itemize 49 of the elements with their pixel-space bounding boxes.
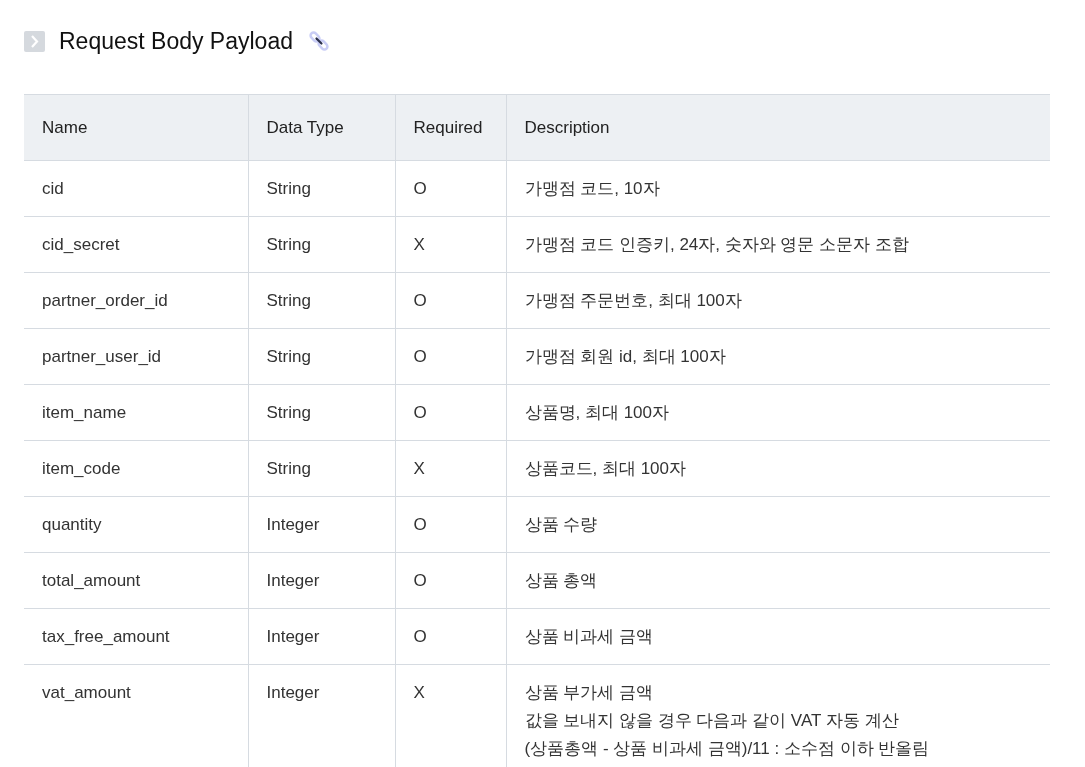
table-cell: Integer (248, 608, 395, 665)
table-cell: tax_free_amount (24, 608, 248, 665)
table-cell: vat_amount (24, 664, 248, 767)
table-cell: X (395, 440, 506, 497)
table-cell: O (395, 384, 506, 441)
description-line: 가맹점 주문번호, 최대 100자 (524, 290, 743, 312)
description-line: 상품 수량 (524, 514, 599, 536)
table-cell: Integer (248, 496, 395, 553)
table-cell: String (248, 440, 395, 497)
table-cell: String (248, 272, 395, 329)
table-cell: O (395, 272, 506, 329)
table-cell: O (395, 328, 506, 385)
chevron-right-icon (24, 30, 45, 52)
description-line: 상품 총액 (524, 570, 599, 592)
link-icon[interactable] (307, 29, 331, 53)
table-cell: total_amount (24, 552, 248, 609)
description-line: 상품명, 최대 100자 (524, 402, 671, 424)
table-cell: cid_secret (24, 216, 248, 273)
table-cell: quantity (24, 496, 248, 553)
table-cell: item_code (24, 440, 248, 497)
table-cell: partner_order_id (24, 272, 248, 329)
table-cell: partner_user_id (24, 328, 248, 385)
table-cell: X (395, 216, 506, 273)
table-cell: Integer (248, 552, 395, 609)
description-line: (상품총액 - 상품 비과세 금액)/11 : 소수점 이하 반올림 (524, 738, 931, 760)
description-line: 가맹점 코드, 10자 (524, 178, 661, 200)
table-cell: item_name (24, 384, 248, 441)
description-line: 값을 보내지 않을 경우 다음과 같이 VAT 자동 계산 (524, 710, 900, 732)
table-cell: cid (24, 160, 248, 217)
description-line: 가맹점 회원 id, 최대 100자 (524, 346, 727, 368)
table-cell: String (248, 160, 395, 217)
description-line: 상품코드, 최대 100자 (524, 458, 688, 480)
table-cell: O (395, 552, 506, 609)
column-header: Name (24, 94, 248, 161)
table-cell: Integer (248, 664, 395, 767)
table-cell: O (395, 608, 506, 665)
column-header: Required (395, 94, 506, 161)
table-cell: O (395, 160, 506, 217)
description-line: 가맹점 코드 인증키, 24자, 숫자와 영문 소문자 조합 (524, 234, 910, 256)
column-header: Data Type (248, 94, 395, 161)
section-title: Request Body Payload (59, 26, 293, 56)
column-header: Description (506, 94, 1050, 161)
table-cell: String (248, 384, 395, 441)
description-line: 상품 부가세 금액 (524, 682, 654, 704)
table-cell: X (395, 664, 506, 767)
table-cell: O (395, 496, 506, 553)
table-cell: String (248, 216, 395, 273)
table-cell: String (248, 328, 395, 385)
description-line: 상품 비과세 금액 (524, 626, 654, 648)
